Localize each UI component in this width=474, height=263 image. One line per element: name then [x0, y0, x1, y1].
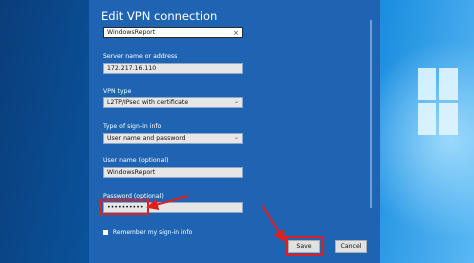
arrow-to-save [261, 204, 286, 243]
annotation-arrows [146, 195, 286, 243]
arrow-to-password [146, 195, 189, 211]
